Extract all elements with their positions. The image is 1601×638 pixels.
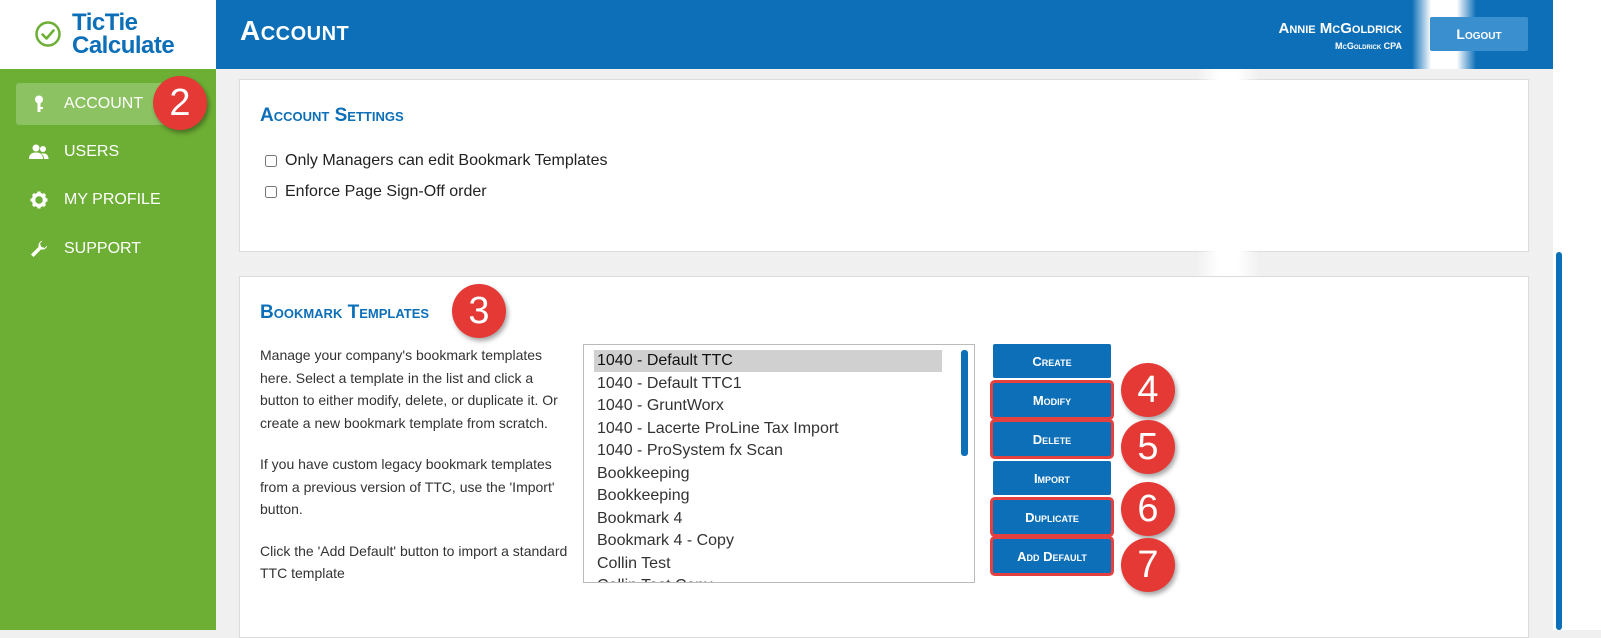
modify-button[interactable]: Modify	[993, 383, 1111, 417]
list-item[interactable]: 1040 - Lacerte ProLine Tax Import	[594, 418, 942, 440]
header-gap-fade	[1196, 69, 1260, 279]
gear-icon	[28, 191, 50, 209]
logo-line1: TicTie	[72, 9, 138, 36]
sidebar-item-label: USERS	[64, 143, 120, 160]
page-scrollbar-thumb[interactable]	[1556, 252, 1562, 630]
create-button[interactable]: Create	[993, 344, 1111, 378]
managers-edit-checkbox[interactable]	[265, 155, 277, 167]
list-item[interactable]: Bookmark 4	[594, 508, 942, 530]
sidebar-item-label: SUPPORT	[64, 240, 142, 257]
import-button[interactable]: Import	[993, 461, 1111, 495]
bookmark-templates-description: Manage your company's bookmark templates…	[260, 344, 570, 604]
option-managers-edit-templates[interactable]: Only Managers can edit Bookmark Template…	[265, 152, 608, 170]
check-circle-icon	[35, 21, 61, 47]
callout-badge-6: 6	[1121, 482, 1175, 536]
sidebar-item-label: MY PROFILE	[64, 191, 161, 208]
bookmark-templates-panel: Bookmark Templates Manage your company's…	[239, 276, 1529, 638]
enforce-signoff-checkbox[interactable]	[265, 186, 277, 198]
logo-line2: Calculate	[72, 32, 175, 59]
callout-badge-7: 7	[1121, 538, 1175, 592]
list-item[interactable]: 1040 - GruntWorx	[594, 395, 942, 417]
option-enforce-signoff[interactable]: Enforce Page Sign-Off order	[265, 183, 487, 201]
user-company: McGoldrick CPA	[1335, 41, 1402, 51]
account-settings-panel: Account Settings Only Managers can edit …	[239, 79, 1529, 252]
duplicate-button[interactable]: Duplicate	[993, 500, 1111, 534]
description-paragraph: Manage your company's bookmark templates…	[260, 347, 558, 431]
key-icon	[28, 95, 50, 113]
description-paragraph: Click the 'Add Default' button to import…	[260, 542, 568, 582]
add-default-button[interactable]: Add Default	[993, 539, 1111, 573]
top-header: Account Annie McGoldrick McGoldrick CPA	[216, 0, 1553, 69]
app-logo: TicTie Calculate	[0, 0, 216, 69]
list-item[interactable]: 1040 - ProSystem fx Scan	[594, 440, 942, 462]
account-settings-title: Account Settings	[260, 105, 404, 126]
page-title: Account	[240, 15, 350, 46]
callout-badge-3: 3	[452, 284, 506, 338]
template-listbox[interactable]: 1040 - Default TTC 1040 - Default TTC1 1…	[583, 344, 975, 583]
callout-badge-5: 5	[1121, 420, 1175, 474]
option-label: Enforce Page Sign-Off order	[285, 183, 487, 200]
list-item[interactable]: 1040 - Default TTC	[594, 350, 942, 372]
sidebar-item-label: ACCOUNT	[64, 95, 144, 112]
callout-badge-4: 4	[1121, 363, 1175, 417]
sidebar-item-support[interactable]: SUPPORT	[16, 228, 186, 270]
callout-badge-2: 2	[153, 76, 207, 130]
sidebar-item-users[interactable]: USERS	[16, 131, 186, 173]
listbox-scrollbar-thumb[interactable]	[961, 350, 968, 456]
option-label: Only Managers can edit Bookmark Template…	[285, 152, 608, 169]
delete-button[interactable]: Delete	[993, 422, 1111, 456]
list-item[interactable]: Bookmark 4 - Copy	[594, 530, 942, 552]
logout-button[interactable]: Logout	[1430, 17, 1528, 51]
page-scrollbar-track	[1553, 0, 1601, 630]
list-item[interactable]: Bookkeeping	[594, 485, 942, 507]
sidebar: ACCOUNT USERS MY PROFILE SUPPORT	[0, 69, 216, 630]
list-item[interactable]: 1040 - Default TTC1	[594, 373, 942, 395]
user-name: Annie McGoldrick	[1278, 20, 1403, 37]
bookmark-templates-title: Bookmark Templates	[260, 302, 430, 323]
description-paragraph: If you have custom legacy bookmark templ…	[260, 456, 555, 517]
users-icon	[28, 144, 50, 160]
logo-text: TicTie Calculate	[72, 9, 175, 59]
list-item[interactable]: Bookkeeping	[594, 463, 942, 485]
list-item[interactable]: Collin Test	[594, 553, 942, 575]
list-item[interactable]: Collin Test Copy	[594, 575, 942, 582]
wrench-icon	[28, 240, 50, 258]
sidebar-item-my-profile[interactable]: MY PROFILE	[16, 179, 186, 221]
